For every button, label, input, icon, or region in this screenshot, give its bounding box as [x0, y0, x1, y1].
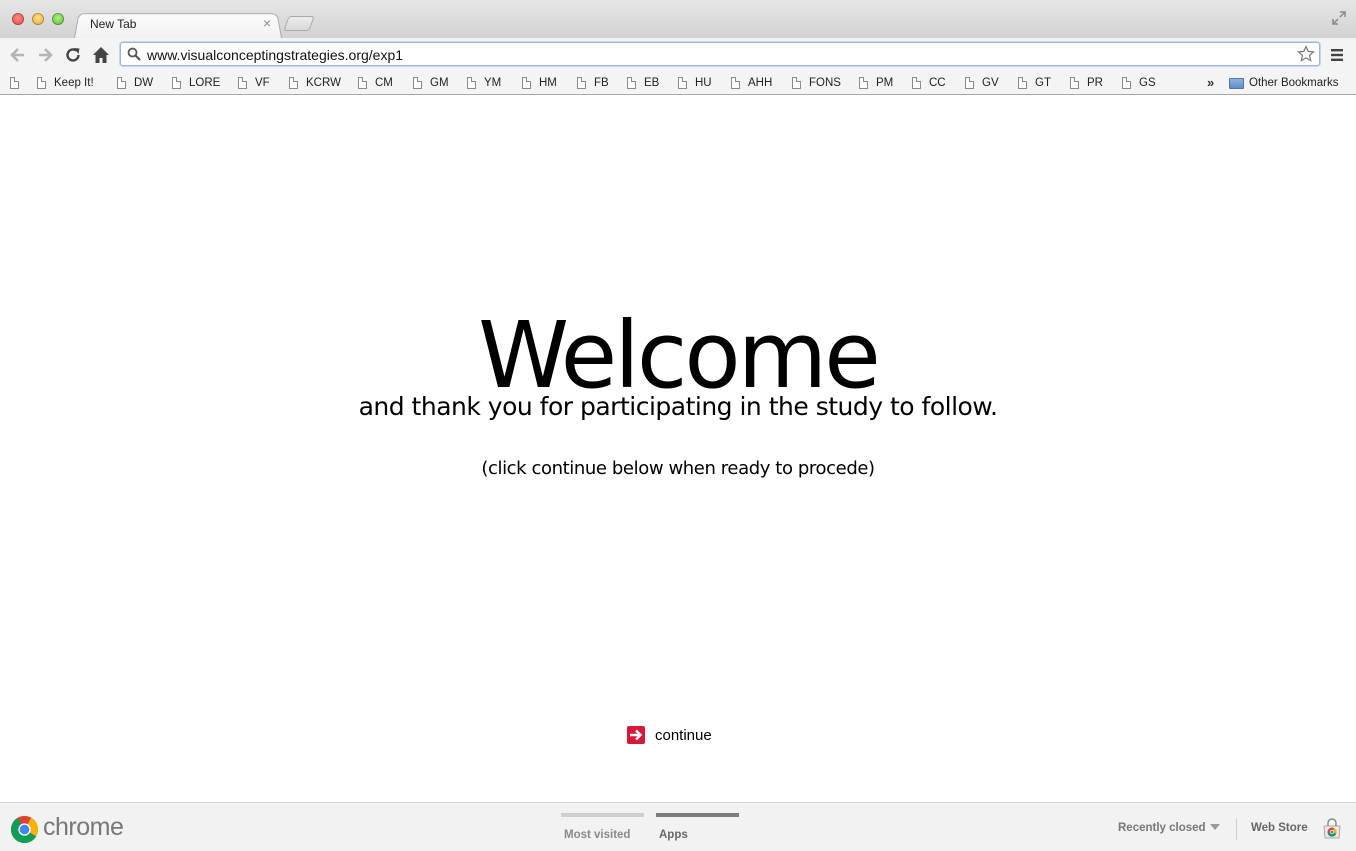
- new-tab-button[interactable]: [283, 16, 315, 31]
- address-bar[interactable]: www.visualconceptingstrategies.org/exp1: [120, 42, 1320, 66]
- forward-arrow-icon[interactable]: [35, 45, 55, 65]
- instruction-text: (click continue below when ready to proc…: [481, 458, 875, 479]
- page-icon: [792, 77, 801, 89]
- web-store-icon[interactable]: [1321, 818, 1343, 840]
- page-icon: [37, 77, 46, 89]
- page-icon: [289, 77, 298, 89]
- bookmark-item[interactable]: FONS: [792, 75, 841, 91]
- continue-label[interactable]: continue: [655, 727, 712, 744]
- bookmark-item[interactable]: PM: [859, 75, 893, 91]
- page-content: Welcome and thank you for participating …: [0, 96, 1356, 802]
- page-icon: [10, 77, 19, 89]
- fullscreen-icon[interactable]: [1332, 11, 1346, 25]
- page-icon: [912, 77, 921, 89]
- page-icon: [965, 77, 974, 89]
- bookmark-item[interactable]: FB: [577, 75, 609, 91]
- page-icon: [172, 77, 181, 89]
- bookmark-item[interactable]: CC: [912, 75, 946, 91]
- page-icon: [238, 77, 247, 89]
- reload-icon[interactable]: [63, 45, 83, 65]
- toolbar: www.visualconceptingstrategies.org/exp1: [0, 38, 1356, 71]
- bookmark-item[interactable]: LORE: [172, 75, 220, 91]
- page-icon: [467, 77, 476, 89]
- ntp-footer: chrome Most visited Apps Recently closed…: [0, 802, 1356, 851]
- page-icon: [522, 77, 531, 89]
- bookmark-item[interactable]: VF: [238, 75, 270, 91]
- bookmark-item[interactable]: GV: [965, 75, 999, 91]
- star-icon[interactable]: [1297, 45, 1315, 63]
- page-icon: [627, 77, 636, 89]
- page-icon: [117, 77, 126, 89]
- bookmark-item[interactable]: GS: [1122, 75, 1156, 91]
- bookmark-item[interactable]: [10, 75, 27, 91]
- bookmark-item[interactable]: KCRW: [289, 75, 341, 91]
- tab-apps[interactable]: Apps: [656, 813, 739, 841]
- bookmark-item[interactable]: EB: [627, 75, 659, 91]
- page-icon: [731, 77, 740, 89]
- window-minimize-button[interactable]: [32, 13, 44, 25]
- tab-most-visited[interactable]: Most visited: [561, 813, 644, 841]
- window-zoom-button[interactable]: [52, 13, 64, 25]
- bookmarks-overflow-button[interactable]: »: [1207, 75, 1214, 90]
- bookmark-item[interactable]: HM: [522, 75, 557, 91]
- bookmark-item[interactable]: YM: [467, 75, 501, 91]
- continue-button[interactable]: continue: [627, 725, 712, 745]
- back-arrow-icon[interactable]: [8, 45, 28, 65]
- chevron-down-icon[interactable]: [1210, 824, 1220, 830]
- page-icon: [1018, 77, 1027, 89]
- chrome-logo-icon: [10, 815, 39, 844]
- web-store-link[interactable]: Web Store: [1251, 822, 1308, 834]
- recently-closed-menu[interactable]: Recently closed: [1118, 822, 1206, 834]
- window-close-button[interactable]: [12, 13, 24, 25]
- page-icon: [1070, 77, 1079, 89]
- bookmark-item[interactable]: GM: [413, 75, 449, 91]
- page-icon: [577, 77, 586, 89]
- bookmark-item[interactable]: CM: [358, 75, 393, 91]
- tab-strip: New Tab ×: [0, 0, 1356, 39]
- folder-icon: [1229, 77, 1244, 89]
- bookmarks-bar: Keep It! DW LORE VF KCRW CM GM YM HM FB …: [0, 71, 1356, 95]
- arrow-right-icon: [627, 726, 645, 744]
- page-icon: [678, 77, 687, 89]
- footer-divider: [1236, 818, 1237, 840]
- page-icon: [1122, 77, 1131, 89]
- other-bookmarks-folder[interactable]: Other Bookmarks: [1229, 75, 1338, 91]
- tab-close-icon[interactable]: ×: [263, 15, 271, 31]
- chrome-wordmark: chrome: [43, 813, 124, 841]
- tab-title: New Tab: [90, 17, 137, 31]
- page-icon: [859, 77, 868, 89]
- welcome-subheading: and thank you for participating in the s…: [358, 392, 998, 421]
- bookmark-item[interactable]: Keep It!: [37, 75, 94, 91]
- menu-icon[interactable]: [1330, 48, 1344, 62]
- bookmark-item[interactable]: PR: [1070, 75, 1103, 91]
- bookmark-item[interactable]: GT: [1018, 75, 1051, 91]
- bookmark-item[interactable]: AHH: [731, 75, 772, 91]
- page-icon: [358, 77, 367, 89]
- bookmark-item[interactable]: HU: [678, 75, 712, 91]
- url-text[interactable]: www.visualconceptingstrategies.org/exp1: [147, 47, 403, 63]
- bookmark-item[interactable]: DW: [117, 75, 153, 91]
- search-icon: [127, 47, 141, 61]
- home-icon[interactable]: [91, 45, 111, 65]
- browser-window: New Tab × www.visualconceptingstrategies…: [0, 0, 1356, 851]
- page-icon: [413, 77, 422, 89]
